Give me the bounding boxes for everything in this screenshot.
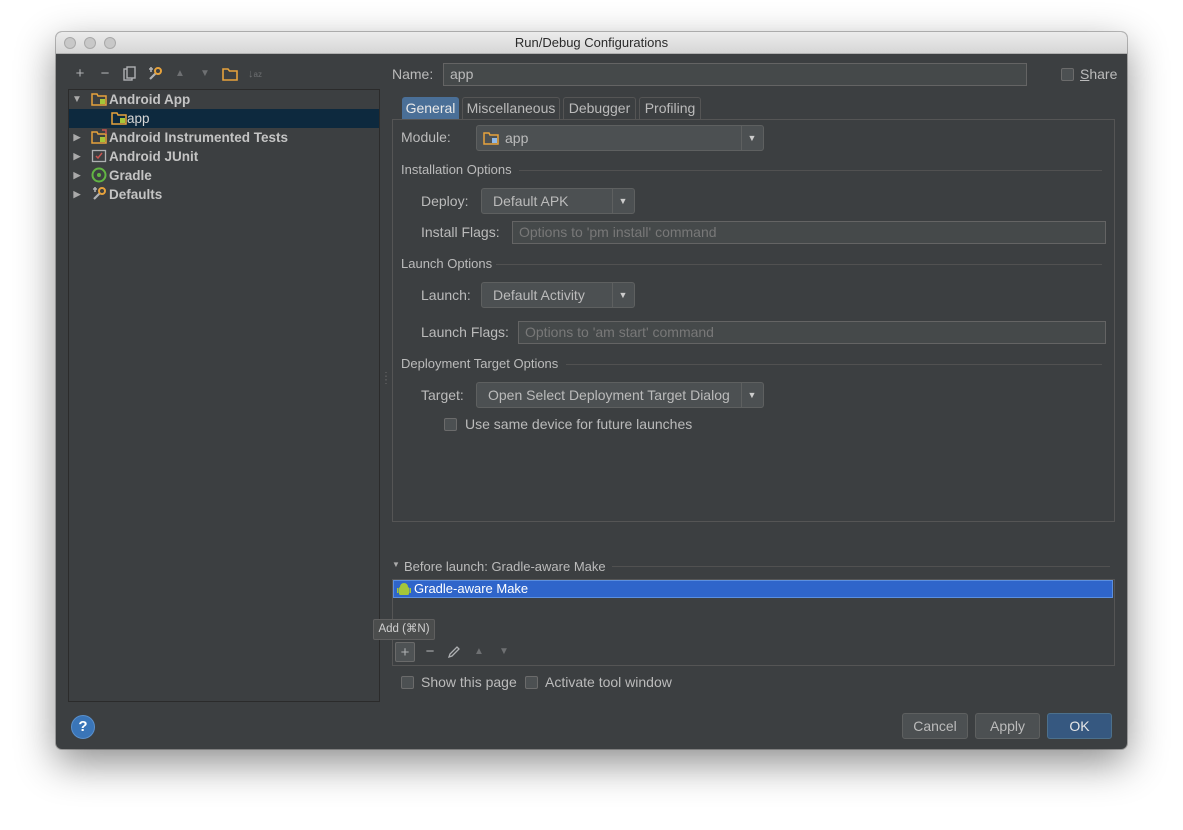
create-folder-button[interactable] [221,65,239,83]
android-icon [397,583,411,595]
tree-item-android-junit[interactable]: ▶ Android JUnit [69,147,379,166]
module-select[interactable]: app ▼ [476,125,764,151]
splitter-handle[interactable]: ⋮ ⋮ [381,372,391,389]
tree-item-android-instrumented-tests[interactable]: ▶ Android Instrumented Tests [69,128,379,147]
expanded-arrow-icon[interactable]: ▼ [71,90,83,109]
zoom-window-button[interactable] [104,37,116,49]
move-task-up-button[interactable]: ▲ [469,642,489,662]
tree-item-gradle[interactable]: ▶ Gradle [69,166,379,185]
install-flags-input[interactable]: Options to 'pm install' command [512,221,1106,244]
collapsed-arrow-icon[interactable]: ▶ [71,185,83,204]
help-button[interactable]: ? [71,715,95,739]
tab-debugger[interactable]: Debugger [563,97,636,119]
collapsed-arrow-icon[interactable]: ▶ [71,166,83,185]
target-select[interactable]: Open Select Deployment Target Dialog ▼ [476,382,764,408]
add-configuration-button[interactable]: + [71,65,89,83]
copy-icon [123,66,136,81]
add-tooltip: Add (⌘N) [373,619,435,640]
gradle-icon [91,167,107,183]
activate-tool-window-checkbox[interactable] [525,676,538,689]
deployment-target-options-header: Deployment Target Options [401,356,559,371]
edit-task-button[interactable] [444,642,464,662]
collapsed-arrow-icon[interactable]: ▶ [71,147,83,166]
launch-label: Launch: [421,287,471,303]
edit-defaults-button[interactable] [146,65,164,83]
name-input[interactable]: app [443,63,1027,86]
deploy-select[interactable]: Default APK ▼ [481,188,635,214]
chevron-down-icon: ▼ [747,390,757,400]
launch-flags-label: Launch Flags: [421,324,509,340]
move-task-down-button[interactable]: ▼ [494,642,514,662]
deploy-label: Deploy: [421,193,469,209]
module-icon [483,132,499,145]
wrench-icon [93,187,106,200]
android-app-icon [111,112,127,125]
same-device-checkbox[interactable] [444,418,457,431]
wrench-icon [149,67,162,80]
chevron-down-icon: ▼ [618,196,628,206]
tab-general[interactable]: General [402,97,459,119]
add-task-button[interactable]: + [395,642,415,662]
tab-miscellaneous[interactable]: Miscellaneous [462,97,560,119]
divider [519,170,1102,171]
tree-item-defaults[interactable]: ▶ Defaults [69,185,379,204]
apply-button[interactable]: Apply [975,713,1040,739]
launch-flags-input[interactable]: Options to 'am start' command [518,321,1106,344]
same-device-label[interactable]: Use same device for future launches [465,416,692,432]
show-page-label[interactable]: Show this page [421,674,517,690]
activate-tool-window-label[interactable]: Activate tool window [545,674,672,690]
divider [566,364,1102,365]
sort-configurations-button[interactable]: ↓az [246,65,264,83]
move-down-button[interactable]: ▼ [196,65,214,83]
collapsed-arrow-icon[interactable]: ▶ [71,128,83,147]
move-up-button[interactable]: ▲ [171,65,189,83]
close-window-button[interactable] [64,37,76,49]
android-test-icon [91,129,107,144]
configuration-tree: ▼ Android App app ▶ Android Instrumented… [68,89,380,702]
title-bar: Run/Debug Configurations [56,32,1127,54]
pencil-icon [447,646,460,659]
divider [496,264,1102,265]
minimize-window-button[interactable] [84,37,96,49]
android-app-icon [91,93,107,106]
chevron-down-icon: ▼ [618,290,628,300]
target-label: Target: [421,387,464,403]
remove-configuration-button[interactable]: − [96,65,114,83]
chevron-down-icon: ▼ [747,133,757,143]
tab-profiling[interactable]: Profiling [639,97,701,119]
junit-icon [91,149,107,163]
name-label: Name: [392,66,434,82]
tree-item-app[interactable]: app [69,109,379,128]
launch-options-header: Launch Options [401,256,493,271]
run-debug-configurations-dialog: Run/Debug Configurations + − ▲ ▼ ↓az ▼ A… [56,32,1127,749]
remove-task-button[interactable]: − [420,642,440,662]
install-flags-label: Install Flags: [421,224,500,240]
ok-button[interactable]: OK [1047,713,1112,739]
collapse-arrow-icon[interactable]: ▼ [392,560,400,569]
cancel-button[interactable]: Cancel [902,713,968,739]
tree-item-android-app[interactable]: ▼ Android App [69,90,379,109]
before-launch-header[interactable]: Before launch: Gradle-aware Make [404,559,606,574]
folder-icon [222,68,238,81]
copy-configuration-button[interactable] [121,65,139,83]
divider [612,566,1110,567]
launch-select[interactable]: Default Activity ▼ [481,282,635,308]
before-launch-task-item[interactable]: Gradle-aware Make [393,580,1113,598]
share-checkbox[interactable] [1061,68,1074,81]
window-title: Run/Debug Configurations [514,35,669,50]
module-label: Module: [401,129,451,145]
share-label[interactable]: Share [1080,66,1117,82]
show-page-checkbox[interactable] [401,676,414,689]
installation-options-header: Installation Options [401,162,512,177]
